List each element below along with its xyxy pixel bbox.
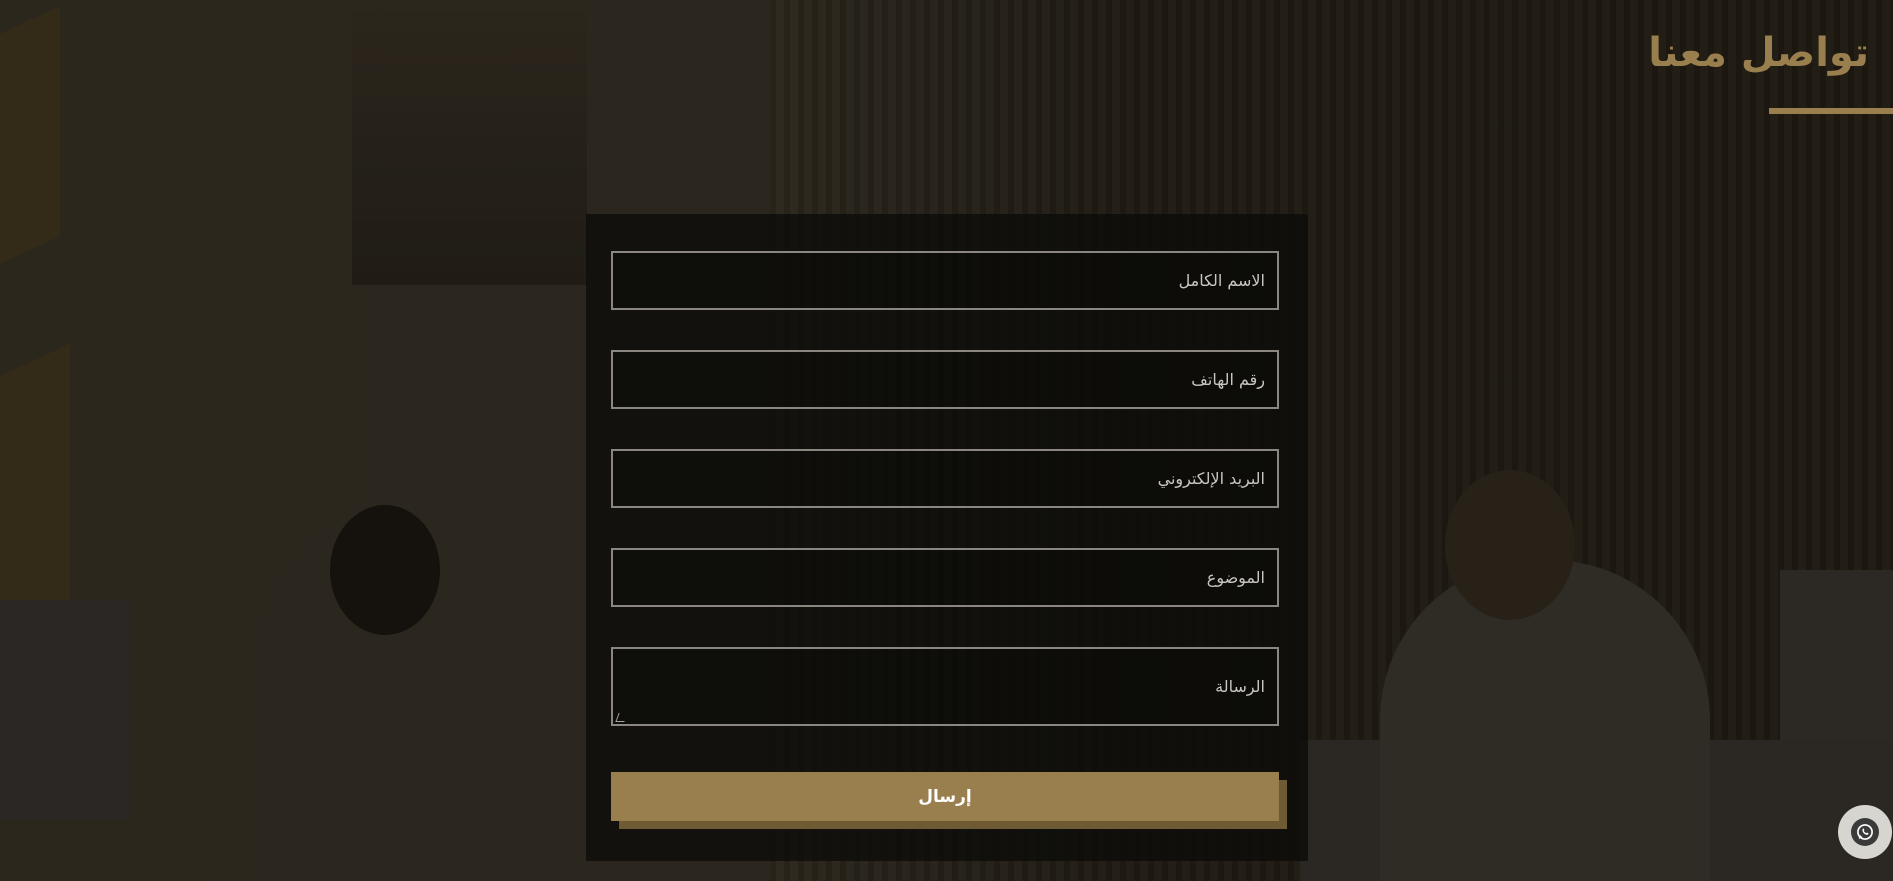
resize-grip-icon[interactable]	[615, 713, 628, 722]
phone-input[interactable]: رقم الهاتف	[611, 350, 1279, 409]
contact-form: الاسم الكامل رقم الهاتف البريد الإلكترون…	[586, 214, 1308, 861]
whatsapp-button[interactable]	[1838, 805, 1892, 859]
submit-button-wrapper: إرسال	[611, 772, 1287, 829]
full-name-placeholder: الاسم الكامل	[1178, 271, 1265, 290]
message-textarea[interactable]: الرسالة	[611, 647, 1279, 726]
subject-input[interactable]: الموضوع	[611, 548, 1279, 607]
email-placeholder: البريد الإلكتروني	[1157, 469, 1265, 488]
message-placeholder: الرسالة	[1215, 677, 1265, 696]
page-title: تواصل معنا	[1648, 30, 1869, 76]
full-name-input[interactable]: الاسم الكامل	[611, 251, 1279, 310]
whatsapp-icon	[1851, 818, 1879, 846]
phone-placeholder: رقم الهاتف	[1191, 370, 1265, 389]
submit-button[interactable]: إرسال	[611, 772, 1279, 821]
title-underline	[1769, 108, 1893, 114]
subject-placeholder: الموضوع	[1206, 568, 1265, 587]
email-input[interactable]: البريد الإلكتروني	[611, 449, 1279, 508]
